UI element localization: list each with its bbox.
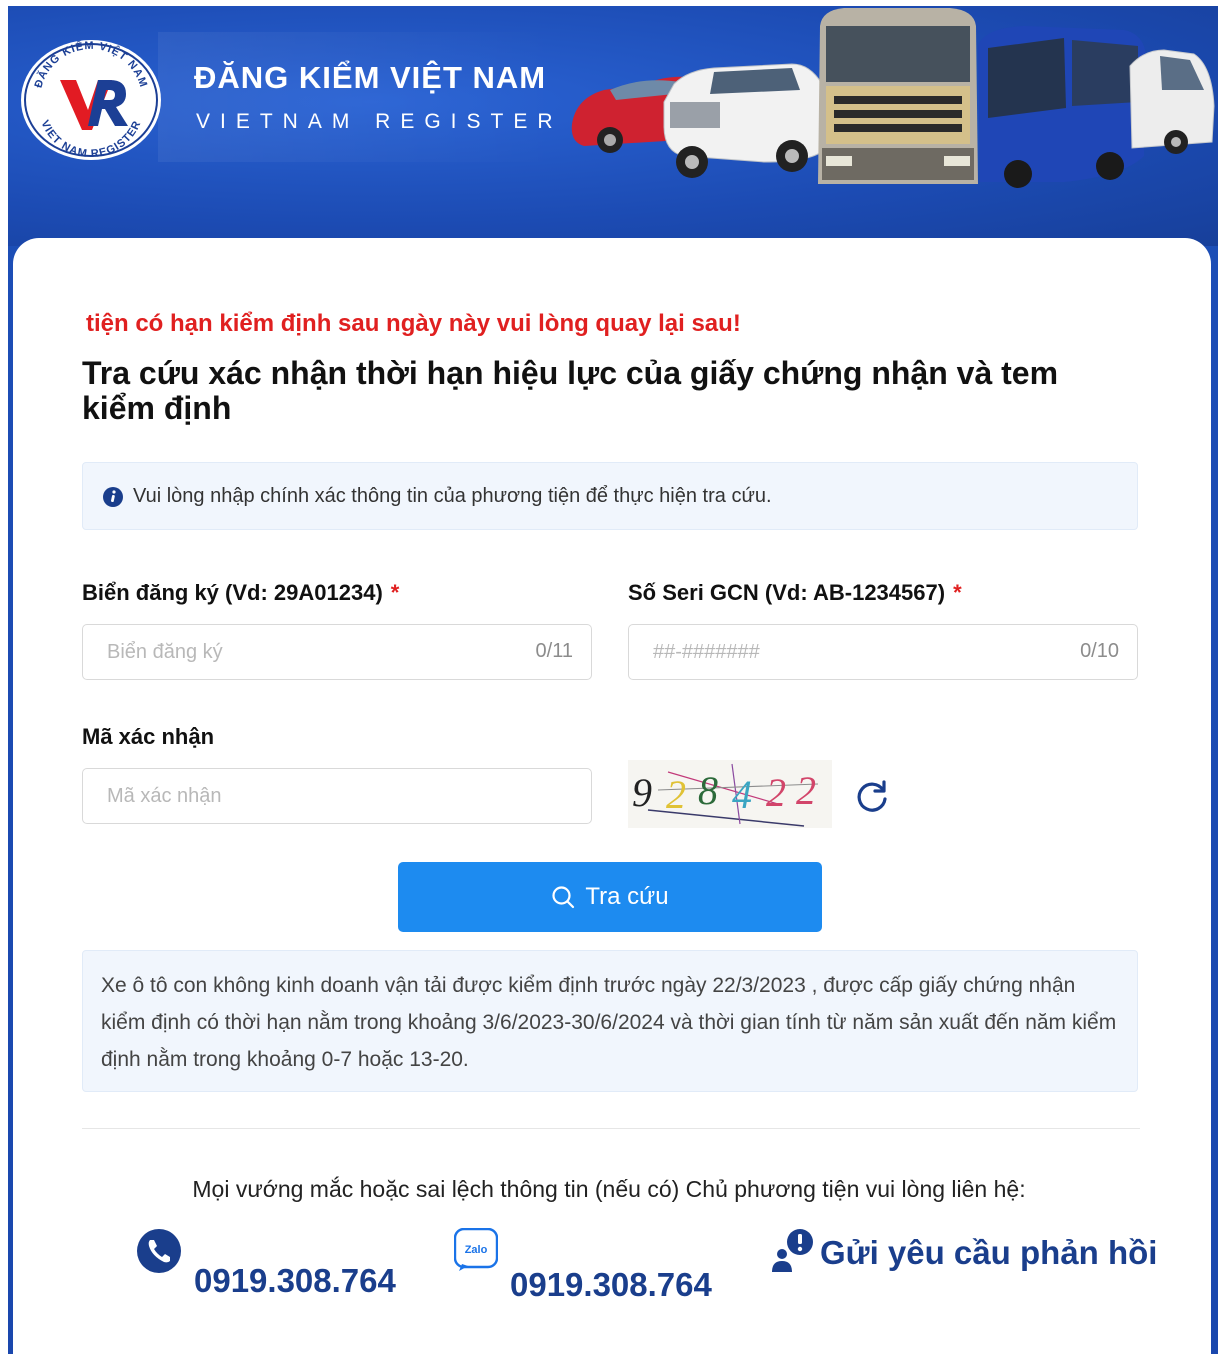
feedback-label: Gửi yêu cầu phản hồi bbox=[820, 1234, 1158, 1271]
phone-icon bbox=[137, 1229, 181, 1273]
plate-field[interactable]: 0/11 bbox=[82, 624, 592, 680]
info-text: Vui lòng nhập chính xác thông tin của ph… bbox=[133, 485, 772, 507]
cargo-truck-icon bbox=[818, 8, 978, 184]
plate-label: Biển đăng ký (Vd: 29A01234) * bbox=[82, 580, 400, 605]
serial-field[interactable]: 0/10 bbox=[628, 624, 1138, 680]
refresh-captcha-icon[interactable] bbox=[854, 778, 890, 814]
divider bbox=[82, 1128, 1140, 1129]
info-alert: Vui lòng nhập chính xác thông tin của ph… bbox=[82, 462, 1138, 530]
zalo-icon: Zalo bbox=[454, 1228, 498, 1271]
vr-logo-icon: ĐĂNG KIỂM VIỆT NAM VIET NAM REGISTER bbox=[21, 39, 161, 160]
brand-band bbox=[158, 32, 558, 162]
note-box: Xe ô tô con không kinh doanh vận tải đượ… bbox=[82, 950, 1138, 1092]
captcha-digit: 4 bbox=[732, 772, 752, 817]
captcha-label: Mã xác nhận bbox=[82, 724, 215, 749]
required-mark: * bbox=[390, 580, 400, 605]
required-mark: * bbox=[953, 580, 962, 605]
page-title: Tra cứu xác nhận thời hạn hiệu lực của g… bbox=[82, 355, 1059, 426]
note-text: Xe ô tô con không kinh doanh vận tải đượ… bbox=[101, 974, 1117, 1071]
plate-counter: 0/11 bbox=[535, 640, 573, 662]
captcha-image: 9 2 8 4 2 2 bbox=[628, 760, 832, 828]
bus-icon bbox=[978, 26, 1146, 188]
header-banner: ĐĂNG KIỂM VIỆT NAM VIET NAM REGISTER ĐĂN… bbox=[8, 6, 1218, 246]
serial-counter: 0/10 bbox=[1080, 640, 1119, 662]
serial-input[interactable] bbox=[653, 625, 1033, 679]
captcha-digit: 2 bbox=[766, 770, 786, 815]
captcha-field[interactable] bbox=[82, 768, 592, 824]
contact-text: Mọi vướng mắc hoặc sai lệch thông tin (n… bbox=[192, 1176, 1026, 1202]
captcha-digit: 2 bbox=[666, 772, 686, 817]
brand-title: ĐĂNG KIỂM VIỆT NAM bbox=[194, 60, 547, 95]
pickup-truck-icon bbox=[663, 63, 827, 178]
search-button[interactable]: Tra cứu bbox=[398, 862, 822, 932]
captcha-digit: 9 bbox=[632, 770, 652, 815]
captcha-digit: 2 bbox=[796, 768, 816, 813]
brand-subtitle: VIETNAM REGISTER bbox=[196, 110, 563, 133]
vehicles-illustration bbox=[571, 8, 1215, 188]
plate-input[interactable] bbox=[107, 625, 487, 679]
zalo-number: 0919.308.764 bbox=[510, 1266, 712, 1303]
serial-label: Số Seri GCN (Vd: AB-1234567) * bbox=[628, 580, 962, 605]
zalo-link[interactable]: Zalo 0919.308.764 bbox=[454, 1228, 712, 1304]
captcha-input[interactable] bbox=[107, 769, 487, 823]
phone-number: 0919.308.764 bbox=[194, 1262, 396, 1299]
van-icon bbox=[1129, 49, 1215, 154]
feedback-link[interactable]: Gửi yêu cầu phản hồi bbox=[768, 1228, 1157, 1280]
svg-text:Zalo: Zalo bbox=[465, 1244, 488, 1256]
search-button-label: Tra cứu bbox=[585, 883, 669, 910]
phone-link[interactable]: 0919.308.764 bbox=[136, 1228, 396, 1300]
info-icon bbox=[103, 487, 123, 507]
feedback-user-icon bbox=[772, 1229, 813, 1272]
search-icon bbox=[552, 886, 575, 909]
captcha-digit: 8 bbox=[698, 768, 718, 813]
notice-warning: tiện có hạn kiểm định sau ngày này vui l… bbox=[86, 310, 741, 337]
